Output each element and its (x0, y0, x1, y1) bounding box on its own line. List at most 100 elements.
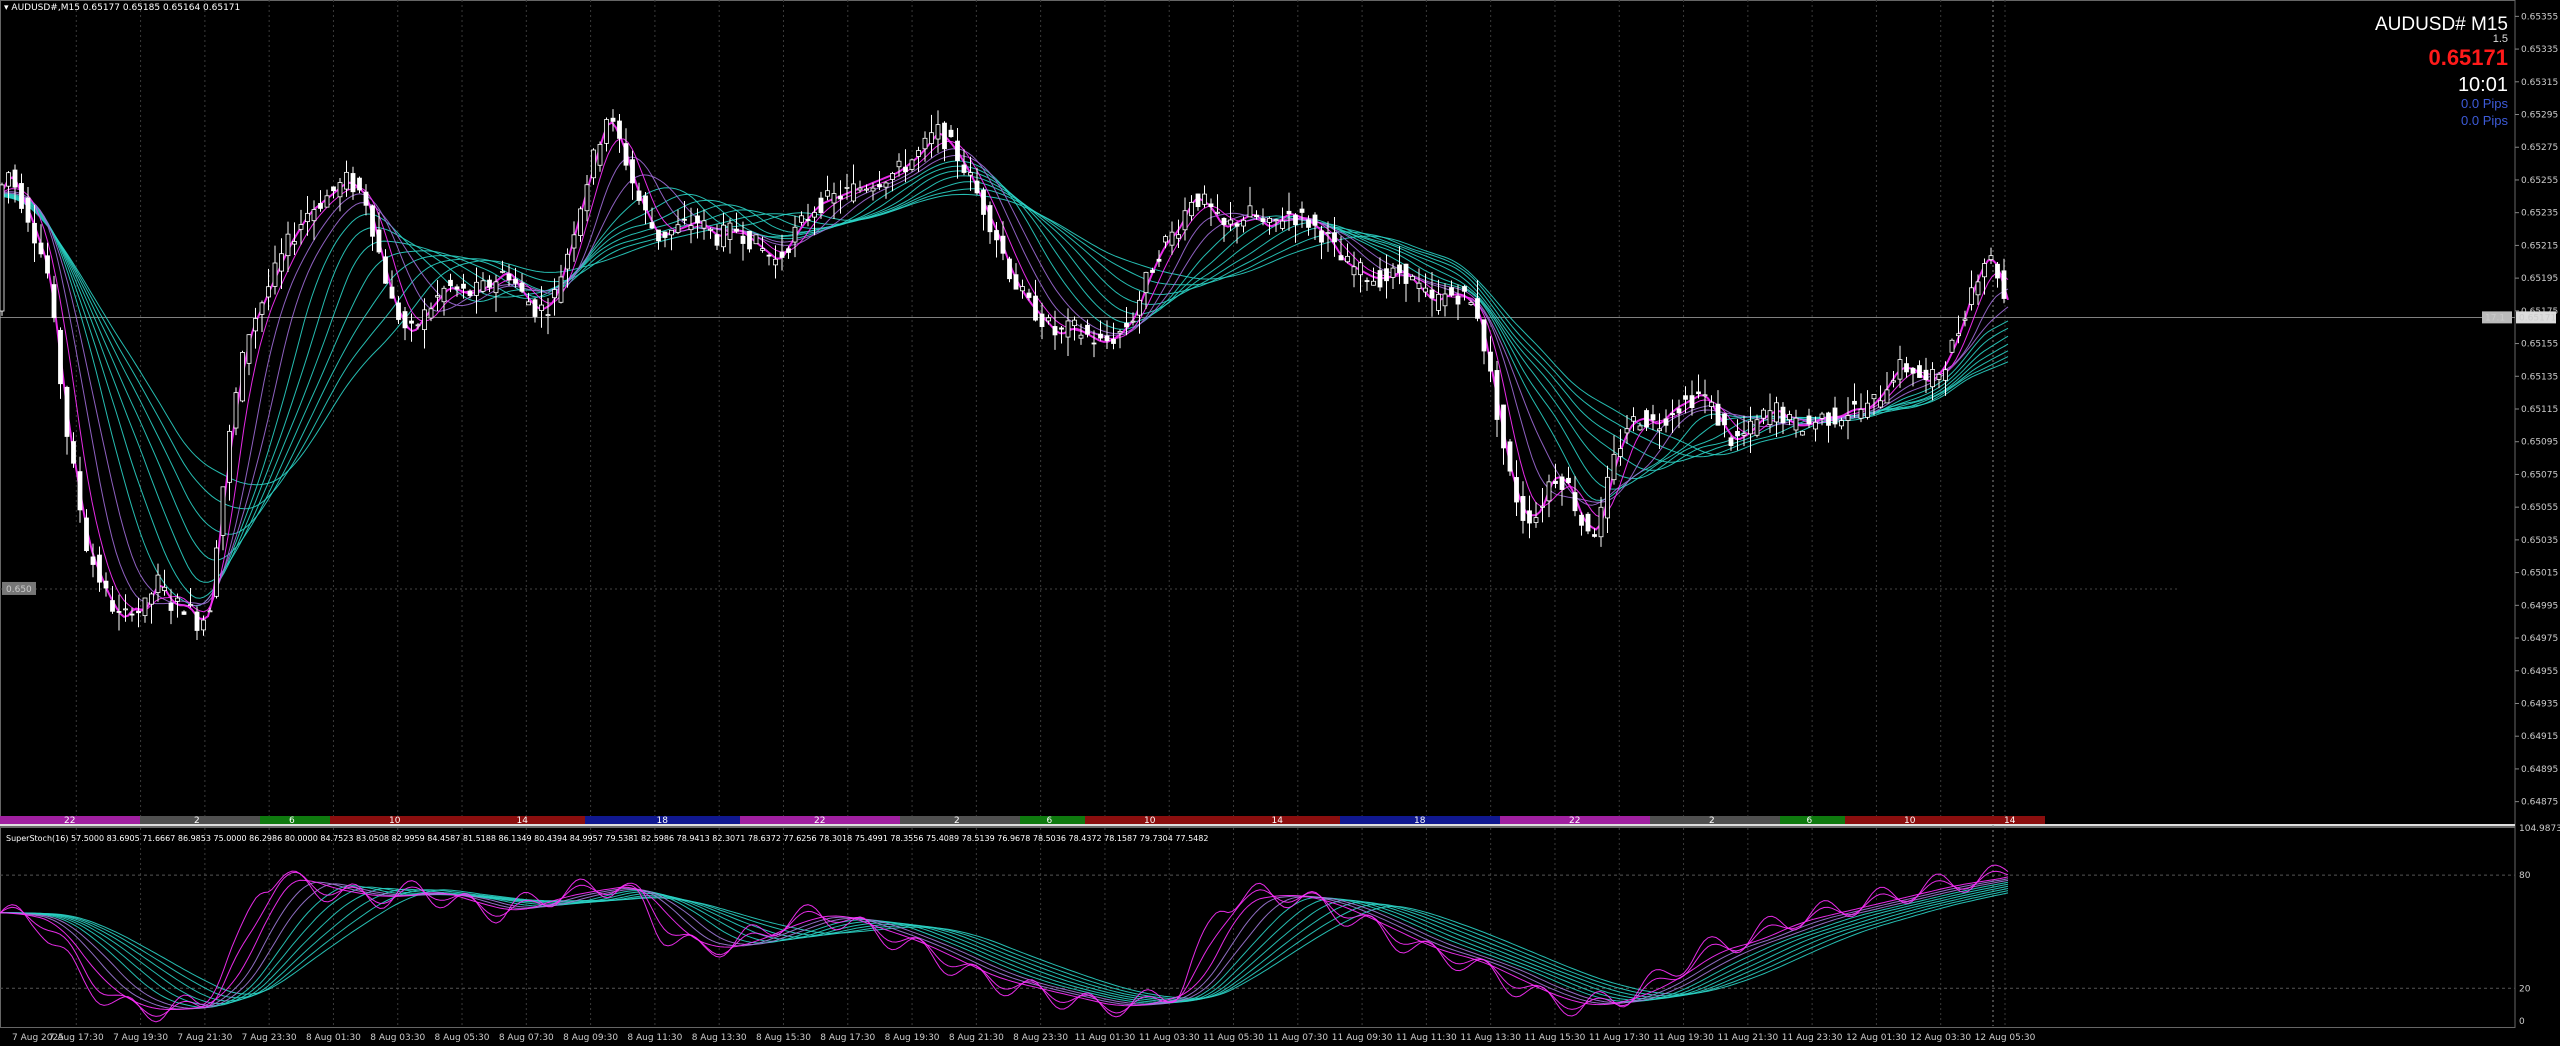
bull-candle (1046, 317, 1051, 322)
bull-candle (935, 124, 941, 140)
bear-candle (350, 173, 356, 193)
x-tick-label: 7 Aug 23:30 (242, 1033, 297, 1043)
bull-candle (272, 262, 278, 287)
bull-candle (1143, 271, 1149, 294)
bear-candle (695, 215, 700, 224)
bull-candle (1800, 430, 1805, 436)
bear-candle (1098, 333, 1103, 339)
bull-candle (857, 187, 863, 191)
bear-candle (331, 186, 336, 192)
session-bar (260, 816, 330, 824)
bull-candle (207, 610, 213, 613)
bear-candle (974, 180, 980, 194)
bull-candle (1540, 505, 1545, 508)
bear-candle (2001, 270, 2007, 299)
bear-candle (1124, 322, 1129, 328)
bull-candle (279, 253, 284, 272)
bull-candle (1137, 299, 1142, 316)
bear-candle (1559, 476, 1565, 490)
bull-candle (1533, 517, 1539, 523)
bull-candle (422, 309, 427, 331)
chart-canvas[interactable]: 7 Aug 20257 Aug 17:30 7 Aug 19:30 7 Aug 21… (0, 0, 2560, 1046)
bull-candle (968, 172, 973, 176)
session-bar-label: 2 (954, 816, 960, 826)
bear-candle (1527, 510, 1532, 524)
bear-candle (1299, 208, 1305, 213)
y-tick-label: 0.65015 (2521, 569, 2558, 579)
bear-candle (766, 254, 772, 257)
bear-candle (942, 122, 947, 150)
bear-candle (467, 290, 473, 296)
bull-candle (493, 281, 499, 294)
bear-candle (389, 286, 395, 299)
x-tick-label: 12 Aug 05:30 (1975, 1033, 2036, 1043)
bear-candle (1013, 274, 1019, 290)
x-tick-label: 7 Aug 19:30 (113, 1033, 168, 1043)
bull-candle (539, 304, 544, 311)
bull-candle (1130, 320, 1136, 323)
bull-candle (1813, 421, 1818, 430)
bear-candle (649, 222, 655, 229)
session-bar-label: 10 (1144, 816, 1156, 826)
bear-candle (1501, 404, 1506, 449)
bull-candle (708, 228, 713, 231)
bull-candle (1546, 481, 1552, 502)
y-tick-label: 0.65155 (2521, 340, 2558, 350)
bear-candle (71, 441, 76, 464)
bull-candle (1878, 400, 1883, 408)
bull-candle (526, 301, 531, 306)
bull-candle (285, 233, 291, 257)
bull-candle (1423, 287, 1428, 293)
bull-candle (1273, 219, 1279, 222)
bull-candle (1611, 453, 1617, 481)
bear-candle (1728, 437, 1734, 446)
bear-candle (818, 197, 824, 214)
session-bar (140, 816, 260, 824)
bull-candle (1748, 420, 1753, 435)
dropdown-icon[interactable]: ▾ (4, 3, 9, 13)
bull-candle (1280, 220, 1285, 229)
session-bar-label: 6 (1807, 816, 1813, 826)
bear-candle (58, 329, 63, 385)
bear-candle (740, 235, 746, 244)
bear-candle (409, 320, 414, 324)
bull-candle (253, 318, 258, 332)
bear-candle (961, 164, 967, 173)
bear-candle (805, 219, 811, 221)
bear-candle (1696, 391, 1701, 395)
bear-candle (1306, 219, 1311, 228)
bear-candle (1364, 280, 1370, 282)
bear-candle (45, 255, 50, 274)
bull-candle (760, 248, 765, 251)
bull-candle (1969, 287, 1974, 305)
bear-candle (1286, 210, 1292, 215)
y-tick-label: 0.64915 (2521, 732, 2558, 742)
bear-candle (1039, 313, 1045, 327)
session-bar-label: 14 (1272, 816, 1284, 826)
bear-candle (1904, 363, 1909, 373)
bull-candle (1468, 301, 1474, 305)
main-panel-frame (0, 0, 2516, 827)
bull-candle (1241, 219, 1246, 227)
y-tick-label: 0.65255 (2521, 176, 2558, 186)
bull-candle (1982, 263, 1987, 278)
bull-candle (909, 159, 915, 170)
bull-candle (1988, 255, 1994, 260)
bear-candle (32, 222, 37, 244)
bear-candle (129, 613, 135, 616)
bull-candle (435, 295, 440, 298)
session-bar (1780, 816, 1845, 824)
y-tick-label: 0.64935 (2521, 699, 2558, 709)
bear-candle (623, 143, 629, 166)
bull-candle (1624, 428, 1630, 434)
bull-candle (604, 119, 609, 144)
bull-candle (1936, 373, 1942, 380)
bull-candle (675, 224, 681, 233)
x-tick-label: 8 Aug 09:30 (563, 1033, 618, 1043)
bear-candle (1091, 342, 1097, 345)
x-tick-label: 12 Aug 01:30 (1846, 1033, 1907, 1043)
bear-candle (110, 600, 115, 612)
y-tick-label: 0.65095 (2521, 438, 2558, 448)
x-tick-label: 11 Aug 21:30 (1717, 1033, 1778, 1043)
bear-candle (77, 471, 83, 511)
